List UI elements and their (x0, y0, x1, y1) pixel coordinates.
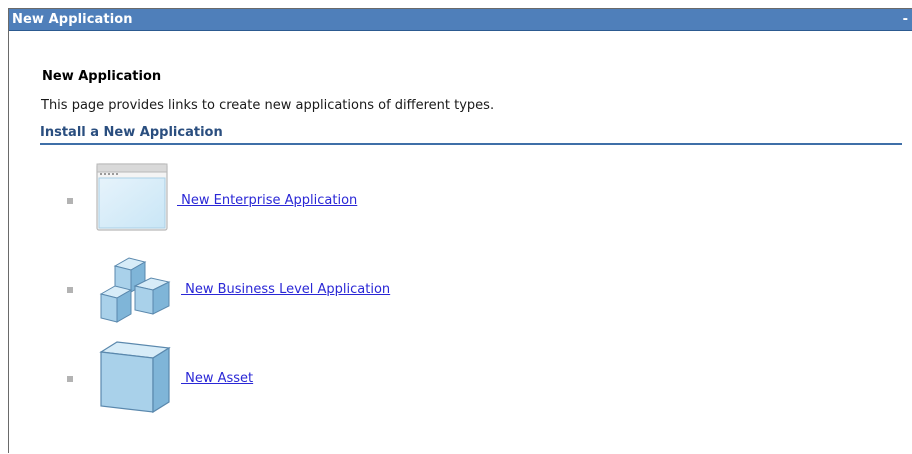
section-title-install: Install a New Application (40, 125, 223, 140)
bullet-icon (67, 287, 73, 293)
list-item-new-business-level-application: New Business Level Application (9, 252, 709, 323)
portlet-titlebar: New Application - (9, 9, 912, 31)
section-divider (40, 143, 902, 145)
portlet-title: New Application (12, 12, 133, 27)
minimize-button[interactable]: - (903, 13, 908, 26)
list-item-new-enterprise-application: New Enterprise Application (9, 160, 709, 231)
enterprise-application-window-icon[interactable] (95, 162, 169, 236)
bullet-icon (67, 376, 73, 382)
asset-cube-icon[interactable] (95, 338, 177, 422)
portlet-content: New Application This page provides links… (9, 32, 912, 454)
new-enterprise-application-link[interactable]: New Enterprise Application (177, 193, 357, 208)
portlet-frame: New Application - New Application This p… (8, 8, 912, 453)
page-description: This page provides links to create new a… (41, 98, 495, 113)
list-item-new-asset: New Asset (9, 338, 709, 414)
new-business-level-application-link[interactable]: New Business Level Application (181, 282, 390, 297)
new-asset-link[interactable]: New Asset (181, 371, 253, 386)
business-level-application-cubes-icon[interactable] (95, 252, 177, 336)
bullet-icon (67, 198, 73, 204)
page-heading: New Application (42, 69, 162, 84)
